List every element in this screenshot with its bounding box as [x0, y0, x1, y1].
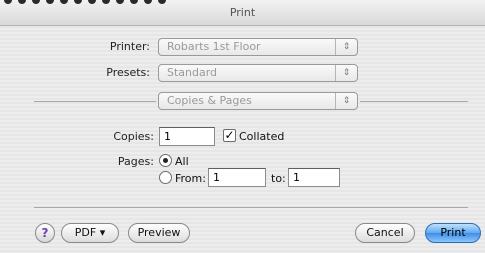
popup-arrows-icon: ⇕: [335, 65, 357, 81]
cancel-button[interactable]: Cancel: [355, 223, 415, 243]
pane-popup[interactable]: Copies & Pages ⇕: [158, 92, 358, 110]
preview-button[interactable]: Preview: [128, 223, 190, 243]
pages-all-radio[interactable]: [159, 154, 172, 167]
title-bar-dots: [4, 0, 204, 6]
collated-checkbox[interactable]: ✓: [223, 129, 236, 142]
pages-from-radio[interactable]: [159, 171, 172, 184]
collated-label: Collated: [239, 130, 285, 143]
pages-all-label: All: [175, 155, 189, 168]
pages-to-label: to:: [271, 172, 286, 185]
popup-arrows-icon: ⇕: [335, 39, 357, 55]
window-title: Print: [229, 6, 256, 19]
copies-label: Copies:: [113, 130, 154, 143]
pane-value: Copies & Pages: [167, 94, 252, 107]
separator-right: [360, 101, 468, 102]
copies-field[interactable]: 1: [159, 127, 215, 146]
separator-bottom: [34, 207, 468, 208]
presets-popup[interactable]: Standard ⇕: [158, 64, 358, 82]
pages-label: Pages:: [117, 155, 154, 168]
printer-label: Printer:: [109, 40, 150, 53]
pages-from-field[interactable]: 1: [208, 168, 266, 187]
help-button[interactable]: ?: [35, 223, 55, 243]
pages-from-label: From:: [175, 172, 206, 185]
printer-value: Robarts 1st Floor: [167, 40, 261, 53]
pages-to-field[interactable]: 1: [288, 168, 340, 187]
printer-popup[interactable]: Robarts 1st Floor ⇕: [158, 38, 358, 56]
popup-arrows-icon: ⇕: [335, 93, 357, 109]
print-dialog: Print Printer: Robarts 1st Floor ⇕ Prese…: [0, 0, 485, 253]
pdf-button[interactable]: PDF ▾: [61, 223, 119, 243]
title-bar: Print: [0, 0, 485, 26]
presets-value: Standard: [167, 66, 218, 79]
presets-label: Presets:: [106, 66, 150, 79]
separator-left: [34, 101, 156, 102]
print-button[interactable]: Print: [425, 223, 481, 243]
